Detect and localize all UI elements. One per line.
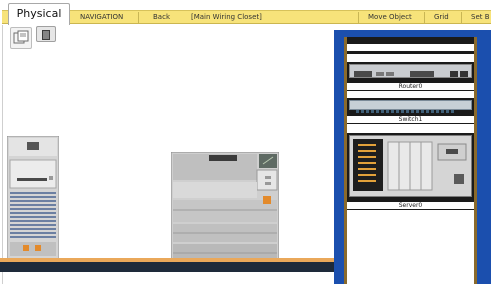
router-device[interactable] <box>349 64 472 78</box>
list-button[interactable] <box>36 26 56 42</box>
move-object-button[interactable]: Move Object <box>368 12 412 23</box>
server-label: Server0 <box>347 202 474 209</box>
tower-pc[interactable] <box>7 136 59 260</box>
back-button[interactable]: Back <box>153 12 170 23</box>
printer-device[interactable] <box>171 152 279 264</box>
server-chassis <box>353 139 467 191</box>
toolbar-divider <box>424 12 425 23</box>
rack-empty-slot <box>347 91 474 98</box>
router-label: Router0 <box>347 83 474 90</box>
navigation-panel-icon[interactable] <box>10 27 32 49</box>
location-label: [Main Wiring Closet] <box>191 13 262 21</box>
toolbar-divider <box>138 12 139 23</box>
rack-empty-slot <box>347 210 474 284</box>
set-tiled-background-button[interactable]: Set B <box>471 12 490 23</box>
rack-empty-slot <box>347 44 474 51</box>
tab-physical[interactable]: Physical <box>8 3 70 25</box>
map-icon <box>13 30 29 44</box>
floor-shelf <box>0 262 334 272</box>
toolbar-divider <box>358 12 359 23</box>
navigation-button[interactable]: NAVIGATION <box>80 12 123 23</box>
list-icon <box>42 30 50 40</box>
switch-device[interactable] <box>349 100 472 113</box>
rack-empty-slot <box>347 54 474 62</box>
toolbar-divider <box>461 12 462 23</box>
switch-label: Switch1 <box>347 116 474 123</box>
router-ports <box>354 71 468 77</box>
server-device[interactable] <box>349 135 472 197</box>
rack-empty-slot <box>347 124 474 133</box>
switch-ports <box>356 110 454 113</box>
grid-button[interactable]: Grid <box>434 12 449 23</box>
